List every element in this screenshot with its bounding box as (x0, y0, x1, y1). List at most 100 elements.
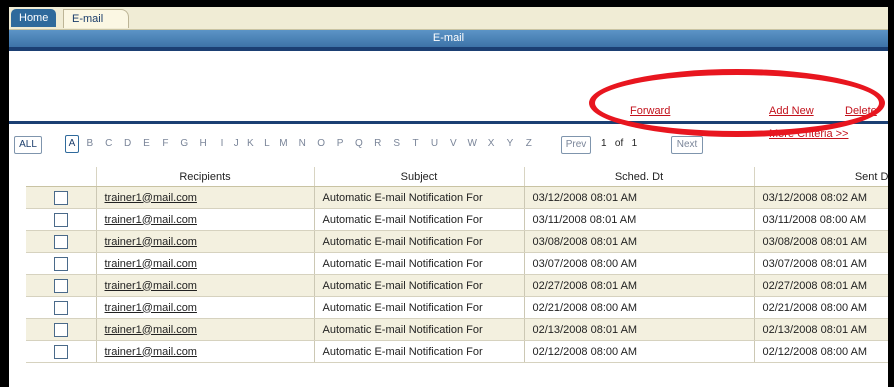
table-row: trainer1@mail.com Automatic E-mail Notifi… (26, 340, 888, 363)
row-checkbox[interactable] (53, 256, 68, 271)
sent-dt-column-header[interactable]: Sent Dt (754, 167, 888, 187)
subject-cell: Automatic E-mail Notification For (314, 230, 525, 253)
letter-filter-e[interactable]: E (141, 136, 153, 152)
subject-cell: Automatic E-mail Notification For (314, 318, 525, 341)
email-table: Recipients Subject Sched. Dt Sent Dt tra… (26, 167, 888, 363)
table-header-row: Recipients Subject Sched. Dt Sent Dt (26, 167, 888, 187)
row-checkbox[interactable] (53, 322, 68, 337)
total-pages: 1 (631, 138, 638, 149)
tab-home[interactable]: Home (11, 9, 57, 27)
row-checkbox[interactable] (53, 278, 68, 293)
letter-filter-w[interactable]: W (466, 136, 478, 152)
letter-filter-n[interactable]: N (296, 136, 308, 152)
sent-dt-cell: 02/27/2008 08:01 AM (754, 274, 888, 297)
letter-filter-h[interactable]: H (197, 136, 209, 152)
sent-dt-cell: 02/21/2008 08:00 AM (754, 296, 888, 319)
letter-filter-s[interactable]: S (391, 136, 403, 152)
sched-dt-cell: 03/08/2008 08:01 AM (524, 230, 755, 253)
letter-filter-i[interactable]: I (216, 136, 228, 152)
recipient-link[interactable]: trainer1@mail.com (105, 346, 197, 358)
current-page: 1 (601, 138, 607, 149)
table-row: trainer1@mail.com Automatic E-mail Notifi… (26, 274, 888, 297)
row-select-cell (26, 318, 97, 341)
letter-filter-a[interactable]: A (65, 135, 79, 153)
recipient-link[interactable]: trainer1@mail.com (105, 324, 197, 336)
select-column-header (26, 167, 97, 187)
letter-filter-r[interactable]: R (372, 136, 384, 152)
letter-filter-y[interactable]: Y (504, 136, 516, 152)
recipient-link[interactable]: trainer1@mail.com (105, 258, 197, 270)
recipients-column-header[interactable]: Recipients (96, 167, 315, 187)
recipient-link[interactable]: trainer1@mail.com (105, 214, 197, 226)
letter-filter-k[interactable]: K (244, 136, 256, 152)
sched-dt-cell: 03/11/2008 08:01 AM (524, 208, 755, 231)
row-select-cell (26, 252, 97, 275)
sent-dt-cell: 03/12/2008 08:02 AM (754, 186, 888, 209)
recipient-link[interactable]: trainer1@mail.com (105, 236, 197, 248)
letter-filter-x[interactable]: X (485, 136, 497, 152)
recipient-link[interactable]: trainer1@mail.com (105, 280, 197, 292)
table-row: trainer1@mail.com Automatic E-mail Notifi… (26, 252, 888, 275)
letter-filter-q[interactable]: Q (353, 136, 365, 152)
letter-filter-d[interactable]: D (122, 136, 134, 152)
letter-filter-t[interactable]: T (410, 136, 422, 152)
letter-filter-l[interactable]: L (261, 136, 273, 152)
prev-page-button[interactable]: Prev (561, 136, 591, 154)
subject-cell: Automatic E-mail Notification For (314, 340, 525, 363)
sched-dt-column-header[interactable]: Sched. Dt (524, 167, 755, 187)
row-checkbox[interactable] (53, 190, 68, 205)
recipient-cell: trainer1@mail.com (96, 296, 315, 319)
letter-filter-b[interactable]: B (84, 136, 96, 152)
subject-cell: Automatic E-mail Notification For (314, 252, 525, 275)
row-select-cell (26, 230, 97, 253)
letter-filter-v[interactable]: V (447, 136, 459, 152)
letter-filter-g[interactable]: G (178, 136, 190, 152)
sent-dt-cell: 02/12/2008 08:00 AM (754, 340, 888, 363)
email-window: Home E-mail E-mail Forward Add New Delet… (9, 7, 888, 387)
sent-dt-cell: 03/07/2008 08:01 AM (754, 252, 888, 275)
email-table-body: trainer1@mail.com Automatic E-mail Notifi… (26, 186, 888, 363)
subject-cell: Automatic E-mail Notification For (314, 186, 525, 209)
page-indicator: 1 of 1 (601, 138, 637, 149)
sent-dt-cell: 03/11/2008 08:00 AM (754, 208, 888, 231)
letter-filter-m[interactable]: M (277, 136, 289, 152)
letter-filter-j[interactable]: J (230, 136, 242, 152)
subject-cell: Automatic E-mail Notification For (314, 274, 525, 297)
next-page-button[interactable]: Next (671, 136, 703, 154)
recipient-cell: trainer1@mail.com (96, 318, 315, 341)
all-filter-button[interactable]: ALL (14, 136, 42, 154)
row-checkbox[interactable] (53, 234, 68, 249)
table-row: trainer1@mail.com Automatic E-mail Notifi… (26, 186, 888, 209)
row-checkbox[interactable] (53, 344, 68, 359)
tab-email[interactable]: E-mail (63, 9, 129, 28)
table-row: trainer1@mail.com Automatic E-mail Notifi… (26, 318, 888, 341)
letter-filter-z[interactable]: Z (523, 136, 535, 152)
recipient-cell: trainer1@mail.com (96, 252, 315, 275)
recipient-link[interactable]: trainer1@mail.com (105, 302, 197, 314)
recipient-cell: trainer1@mail.com (96, 208, 315, 231)
letter-filter-f[interactable]: F (159, 136, 171, 152)
row-checkbox[interactable] (53, 212, 68, 227)
recipient-link[interactable]: trainer1@mail.com (105, 192, 197, 204)
row-select-cell (26, 340, 97, 363)
recipient-cell: trainer1@mail.com (96, 340, 315, 363)
sched-dt-cell: 03/12/2008 08:01 AM (524, 186, 755, 209)
table-row: trainer1@mail.com Automatic E-mail Notifi… (26, 208, 888, 231)
sched-dt-cell: 02/12/2008 08:00 AM (524, 340, 755, 363)
page-of-label: of (614, 138, 624, 149)
row-select-cell (26, 186, 97, 209)
row-select-cell (26, 208, 97, 231)
sched-dt-cell: 02/21/2008 08:00 AM (524, 296, 755, 319)
table-row: trainer1@mail.com Automatic E-mail Notifi… (26, 296, 888, 319)
row-checkbox[interactable] (53, 300, 68, 315)
recipient-cell: trainer1@mail.com (96, 274, 315, 297)
letter-filter-p[interactable]: P (334, 136, 346, 152)
letter-filter-c[interactable]: C (103, 136, 115, 152)
row-select-cell (26, 296, 97, 319)
subject-column-header[interactable]: Subject (314, 167, 525, 187)
letter-filter-u[interactable]: U (428, 136, 440, 152)
sched-dt-cell: 03/07/2008 08:00 AM (524, 252, 755, 275)
sched-dt-cell: 02/27/2008 08:01 AM (524, 274, 755, 297)
letter-filter-o[interactable]: O (315, 136, 327, 152)
table-row: trainer1@mail.com Automatic E-mail Notifi… (26, 230, 888, 253)
